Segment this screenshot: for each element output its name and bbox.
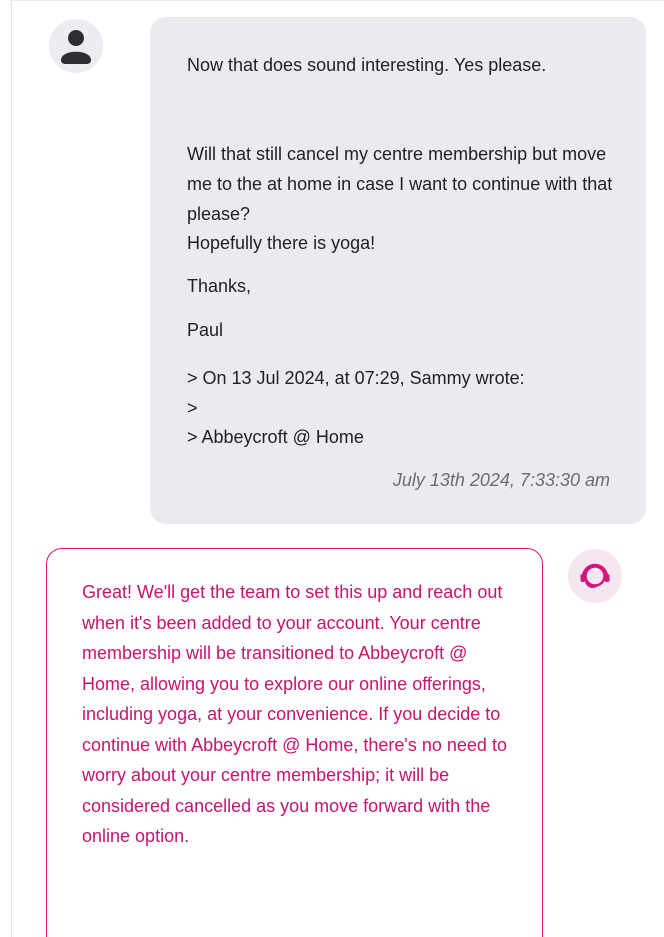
quoted-line: > On 13 Jul 2024, at 07:29, Sammy wrote:: [187, 368, 525, 388]
user-message-bubble: Now that does sound interesting. Yes ple…: [150, 17, 646, 524]
user-avatar: [49, 19, 103, 73]
bot-avatar: [568, 549, 622, 603]
bot-message-bubble: Great! We'll get the team to set this up…: [46, 548, 543, 937]
user-message-paragraph: Hopefully there is yoga!: [187, 233, 376, 253]
user-message-paragraph: Will that still cancel my centre members…: [187, 144, 613, 224]
bot-message-text: Great! We'll get the team to set this up…: [82, 582, 507, 846]
support-agent-icon: [580, 563, 610, 588]
user-message-paragraph: Paul: [187, 320, 224, 340]
user-message-paragraph: Now that does sound interesting. Yes ple…: [187, 55, 547, 75]
user-message-paragraph: Thanks,: [187, 276, 252, 296]
quoted-line: >: [187, 398, 198, 418]
left-divider: [11, 0, 12, 937]
message-timestamp: July 13th 2024, 7:33:30 am: [392, 470, 610, 490]
top-divider: [10, 0, 664, 1]
user-silhouette-icon: [61, 30, 91, 64]
chat-thread: Now that does sound interesting. Yes ple…: [0, 0, 664, 937]
quoted-line: > Abbeycroft @ Home: [187, 427, 364, 447]
